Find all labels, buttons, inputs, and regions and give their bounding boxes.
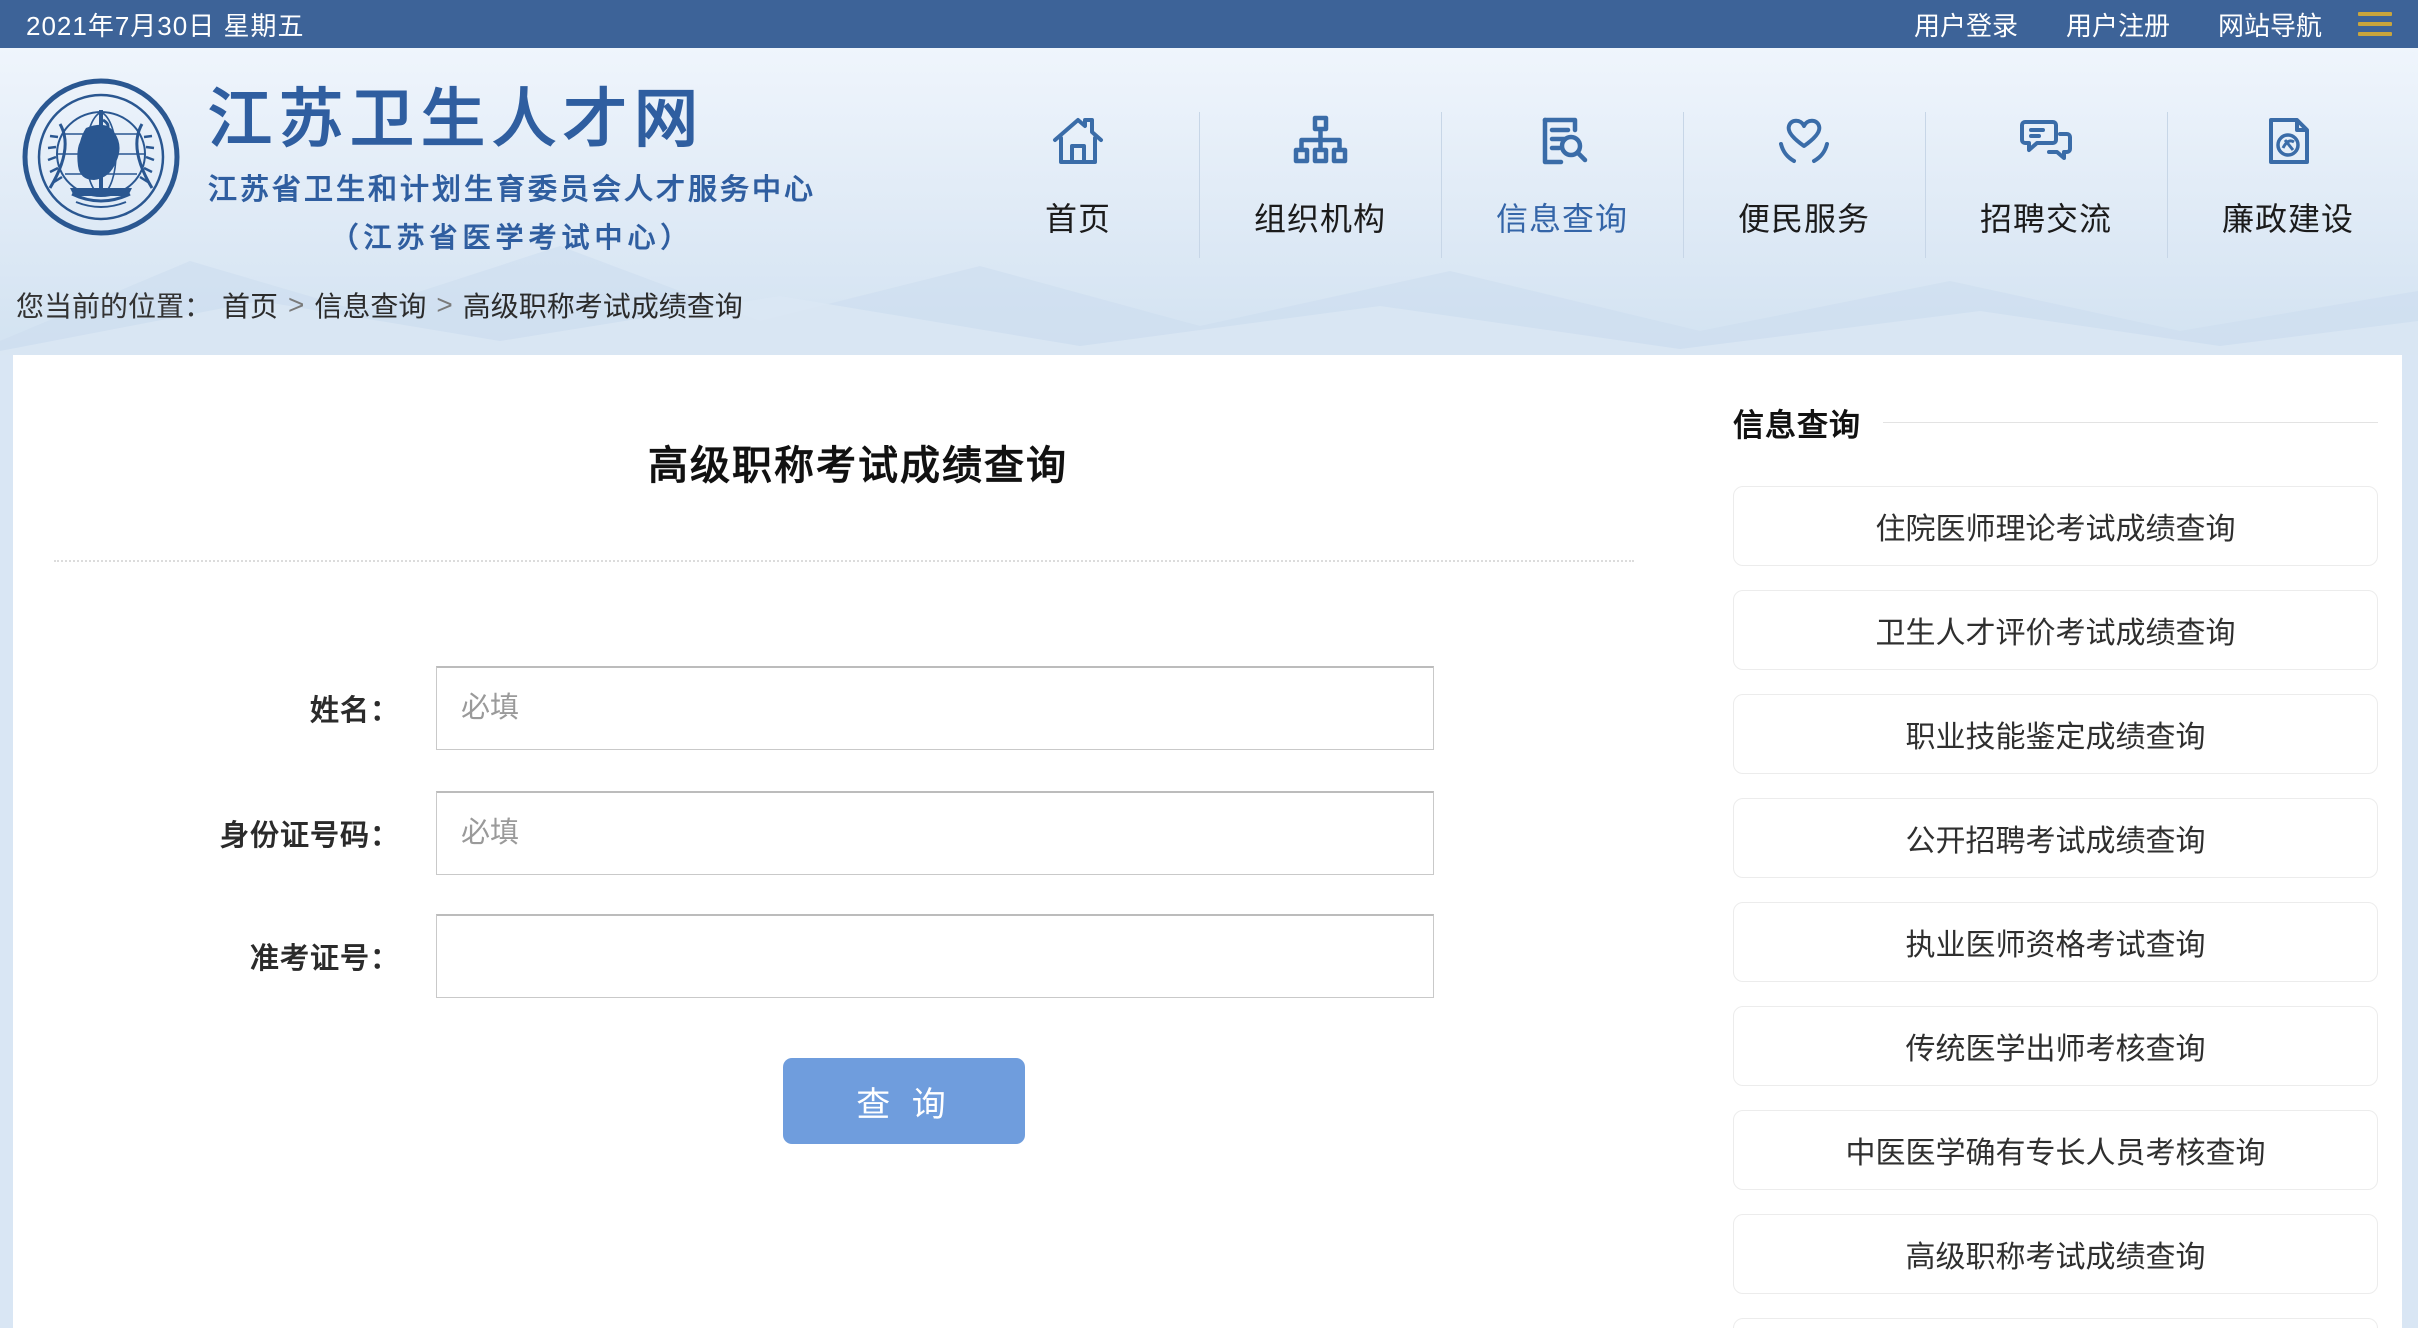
site-subtitle: 江苏省卫生和计划生育委员会人才服务中心 (208, 174, 817, 207)
name-input[interactable] (436, 666, 1434, 750)
breadcrumb-separator: > (436, 289, 453, 320)
nav-item-integrity[interactable]: 廉政建设 (2167, 106, 2409, 266)
sidebar-item-resident-doctor-theory[interactable]: 住院医师理论考试成绩查询 (1733, 486, 2378, 566)
site-subtitle-2: （江苏省医学考试中心） (330, 222, 694, 254)
current-date: 2021年7月30日 星期五 (26, 10, 305, 41)
site-logo[interactable]: 江苏卫生人才网 江苏省卫生和计划生育委员会人才服务中心 （江苏省医学考试中心） (20, 76, 816, 256)
admission-ticket-input[interactable] (436, 914, 1434, 998)
login-link[interactable]: 用户登录 (1914, 6, 2018, 43)
breadcrumb: 您当前的位置： 首页 > 信息查询 > 高级职称考试成绩查询 (0, 255, 2418, 355)
sidebar-item-health-talent-evaluation[interactable]: 卫生人才评价考试成绩查询 (1733, 590, 2378, 670)
admission-ticket-label: 准考证号： (249, 943, 400, 975)
sidebar-item-practicing-physician[interactable]: 执业医师资格考试查询 (1733, 902, 2378, 982)
nav-item-public-service[interactable]: 便民服务 (1683, 106, 1925, 266)
breadcrumb-home[interactable]: 首页 (222, 285, 278, 325)
id-number-input[interactable] (436, 791, 1434, 875)
doc-search-icon (1542, 117, 1588, 165)
name-field-row: 姓名： (13, 666, 1434, 750)
sidebar-item-public-recruitment[interactable]: 公开招聘考试成绩查询 (1733, 798, 2378, 878)
sidebar-item-vocational-skill[interactable]: 职业技能鉴定成绩查询 (1733, 694, 2378, 774)
title-divider (54, 560, 1634, 562)
nav-label: 便民服务 (1737, 201, 1870, 237)
sidebar-title-rule (1883, 422, 2378, 423)
nav-label: 廉政建设 (2221, 201, 2354, 237)
breadcrumb-separator: > (288, 289, 305, 320)
nav-label: 招聘交流 (1979, 201, 2112, 237)
breadcrumb-current: 高级职称考试成绩查询 (462, 291, 743, 322)
hamburger-menu-icon[interactable] (2358, 12, 2392, 36)
header: 江苏卫生人才网 江苏省卫生和计划生育委员会人才服务中心 （江苏省医学考试中心） … (0, 48, 2418, 355)
nav-item-organization[interactable]: 组织机构 (1199, 106, 1441, 266)
sidebar-item-senior-title[interactable]: 高级职称考试成绩查询 (1733, 1214, 2378, 1294)
admission-ticket-field-row: 准考证号： (13, 914, 1434, 998)
sitemap-link[interactable]: 网站导航 (2218, 6, 2322, 43)
id-number-label: 身份证号码： (219, 820, 400, 852)
breadcrumb-info-query[interactable]: 信息查询 (314, 285, 426, 325)
nav-item-home[interactable]: 首页 (957, 106, 1199, 266)
health-commission-emblem-icon (22, 78, 180, 236)
heart-hands-icon (1779, 118, 1829, 163)
logo-text: 江苏卫生人才网 江苏省卫生和计划生育委员会人才服务中心 （江苏省医学考试中心） (208, 84, 816, 256)
topbar: 2021年7月30日 星期五 用户登录 用户注册 网站导航 (0, 0, 2418, 48)
clipboard-emblem-icon (2269, 118, 2309, 164)
page-title: 高级职称考试成绩查询 (648, 444, 1068, 488)
topbar-links: 用户登录 用户注册 网站导航 (1914, 6, 2392, 43)
id-number-field-row: 身份证号码： (13, 791, 1434, 875)
org-chart-icon (1293, 115, 1348, 164)
chat-bubbles-icon (2020, 120, 2072, 160)
sidebar-header: 信息查询 (1733, 400, 2378, 445)
main-nav: 首页 组织机构 信息查询 便民服务 招聘交流 廉政建设 (957, 106, 2409, 266)
query-button[interactable]: 查 询 (783, 1058, 1025, 1144)
nav-label: 首页 (1044, 201, 1111, 237)
nav-label: 信息查询 (1495, 201, 1628, 237)
breadcrumb-prefix: 您当前的位置： (16, 291, 213, 322)
nav-label: 组织机构 (1253, 201, 1386, 237)
site-title: 江苏卫生人才网 (208, 83, 705, 155)
sidebar-title: 信息查询 (1733, 408, 1861, 443)
sidebar-item-traditional-medicine[interactable]: 传统医学出师考核查询 (1733, 1006, 2378, 1086)
nav-item-info-query[interactable]: 信息查询 (1441, 106, 1683, 266)
home-icon (1053, 118, 1103, 164)
sidebar-item-partial[interactable] (1733, 1318, 2378, 1328)
sidebar-item-tcm-specialty[interactable]: 中医医学确有专长人员考核查询 (1733, 1110, 2378, 1190)
name-label: 姓名： (309, 695, 400, 727)
nav-item-recruitment[interactable]: 招聘交流 (1925, 106, 2167, 266)
content-panel: 高级职称考试成绩查询 姓名： 身份证号码： 准考证号： 查 询 信息查询 住院医… (13, 355, 2402, 1328)
register-link[interactable]: 用户注册 (2066, 6, 2170, 43)
